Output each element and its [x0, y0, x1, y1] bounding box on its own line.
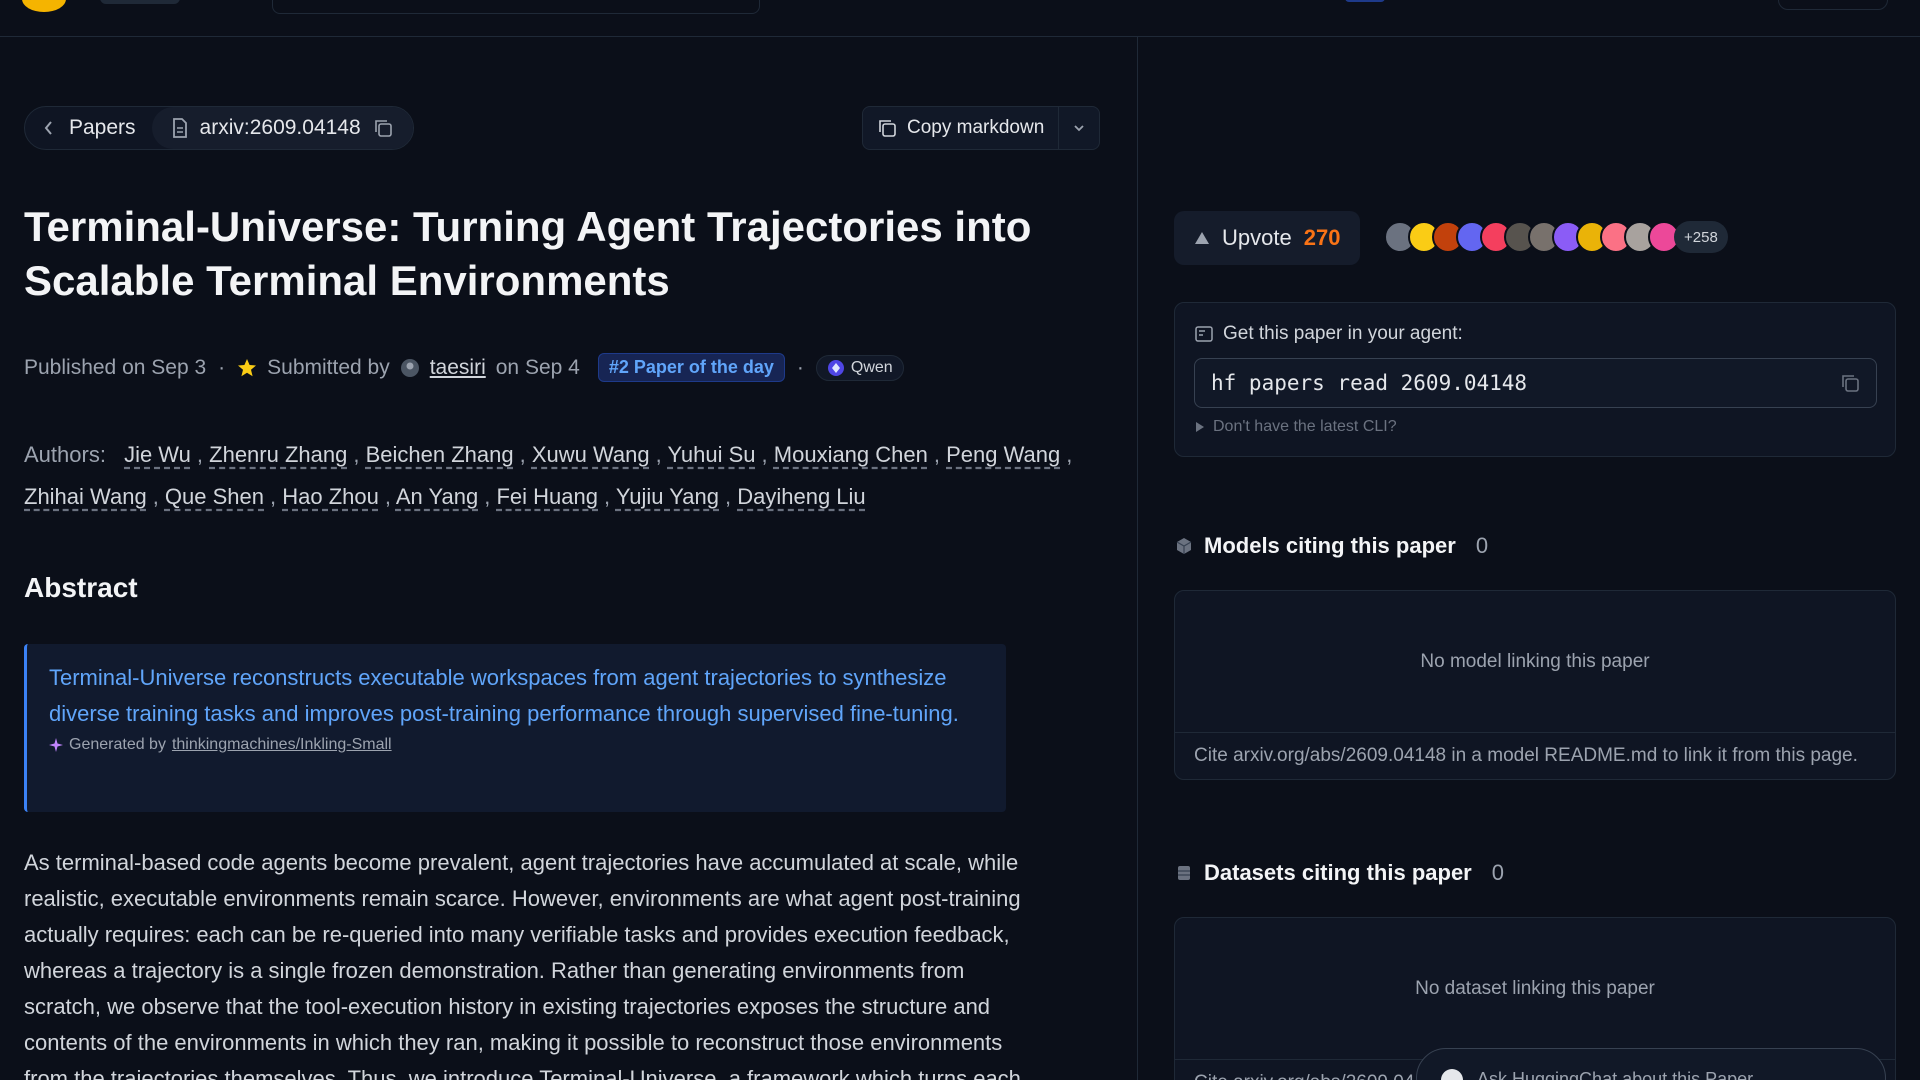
breadcrumb: Papers arxiv:2609.04148: [24, 106, 414, 150]
author-link[interactable]: Peng Wang: [946, 442, 1060, 467]
organization-name: Qwen: [850, 358, 893, 376]
author-link[interactable]: Jie Wu: [124, 442, 191, 467]
datasets-count: 0: [1491, 860, 1504, 885]
search-input[interactable]: [272, 0, 760, 14]
models-count: 0: [1475, 533, 1489, 558]
author-link[interactable]: Zhihai Wang: [24, 484, 147, 509]
copy-icon[interactable]: [373, 118, 393, 138]
separator-dot: ·: [218, 355, 226, 379]
copy-markdown-dropdown[interactable]: [1059, 107, 1099, 149]
models-empty-text: No model linking this paper: [1175, 591, 1895, 733]
upvote-count: 270: [1303, 225, 1341, 250]
huggingchat-prompt[interactable]: Ask HuggingChat about this Paper: [1416, 1048, 1886, 1080]
paper-id: arxiv:2609.04148: [199, 116, 361, 139]
agent-card-title: Get this paper in your agent:: [1195, 323, 1463, 345]
author-link[interactable]: Beichen Zhang: [366, 442, 514, 467]
copy-icon: [877, 118, 897, 138]
datasets-empty-text: No dataset linking this paper: [1175, 918, 1895, 1060]
abstract-text: As terminal-based code agents become pre…: [24, 850, 1021, 1080]
upvote-label: Upvote: [1222, 225, 1292, 250]
author-link[interactable]: An Yang: [396, 484, 478, 509]
upvoter-avatars[interactable]: +258: [1384, 221, 1728, 253]
author-link[interactable]: Yuhui Su: [667, 442, 755, 467]
cli-command: hf papers read 2609.04148: [1211, 371, 1528, 395]
chat-icon: [1441, 1069, 1463, 1080]
terminal-icon: [1195, 326, 1213, 342]
submitter-avatar: [400, 358, 420, 378]
cli-command-field[interactable]: hf papers read 2609.04148: [1194, 358, 1877, 408]
chat-placeholder: Ask HuggingChat about this Paper: [1477, 1069, 1754, 1080]
author-link[interactable]: Mouxiang Chen: [774, 442, 928, 467]
separator-dot: ·: [796, 355, 804, 379]
cli-help-text: Don't have the latest CLI?: [1213, 418, 1397, 435]
author-link[interactable]: Yujiu Yang: [616, 484, 719, 509]
chevron-down-icon: [1073, 123, 1085, 133]
cli-help-toggle[interactable]: Don't have the latest CLI?: [1195, 418, 1397, 436]
document-icon: [172, 118, 188, 138]
author-link[interactable]: Dayiheng Liu: [737, 484, 865, 509]
paper-of-the-day-badge[interactable]: #2 Paper of the day: [597, 353, 785, 382]
copy-markdown-label: Copy markdown: [907, 117, 1045, 138]
submitter-link[interactable]: taesiri: [430, 356, 486, 380]
user-menu-button[interactable]: [1778, 0, 1888, 10]
agent-cli-card: Get this paper in your agent: hf papers …: [1174, 302, 1896, 457]
authors-label: Authors:: [24, 442, 106, 467]
published-date: Published on Sep 3: [24, 355, 207, 379]
star-icon: [237, 358, 257, 378]
nav-item-active[interactable]: [1345, 0, 1385, 2]
submitted-by-label: Submitted by: [267, 355, 390, 379]
huggingface-logo-icon[interactable]: [22, 0, 66, 12]
models-citing-heading: Models citing this paper 0: [1176, 533, 1488, 559]
author-link[interactable]: Zhenru Zhang: [209, 442, 347, 467]
ai-summary-text: Terminal-Universe reconstructs executabl…: [49, 665, 959, 726]
caret-right-icon: [1195, 421, 1205, 433]
copy-icon[interactable]: [1840, 373, 1860, 393]
generator-model-link[interactable]: thinkingmachines/Inkling-Small: [172, 736, 392, 754]
copy-markdown-button[interactable]: Copy markdown: [863, 107, 1060, 149]
paper-id-chip: arxiv:2609.04148: [151, 107, 413, 149]
ai-summary-box: Terminal-Universe reconstructs executabl…: [24, 644, 1006, 812]
chevron-left-icon: [43, 120, 55, 136]
paper-title: Terminal-Universe: Turning Agent Traject…: [24, 203, 1032, 304]
author-link[interactable]: Xuwu Wang: [532, 442, 650, 467]
datasets-citing-heading: Datasets citing this paper 0: [1176, 860, 1504, 886]
database-icon: [1176, 864, 1192, 882]
site-name[interactable]: [100, 0, 180, 4]
back-to-papers-link[interactable]: Papers: [25, 107, 152, 149]
upvote-button[interactable]: Upvote 270: [1174, 211, 1361, 265]
back-label: Papers: [69, 116, 136, 139]
datasets-heading-text: Datasets citing this paper: [1204, 860, 1472, 885]
top-navigation-bar: [0, 0, 1920, 37]
models-heading-text: Models citing this paper: [1204, 533, 1456, 558]
models-cite-note: Cite arxiv.org/abs/2609.04148 in a model…: [1194, 745, 1858, 766]
column-divider: [1137, 37, 1138, 1080]
author-link[interactable]: Que Shen: [165, 484, 264, 509]
upvote-arrow-icon: [1194, 231, 1210, 245]
ai-generated-note: Generated by thinkingmachines/Inkling-Sm…: [49, 736, 986, 754]
cube-icon: [1176, 537, 1192, 555]
qwen-logo-icon: [827, 359, 845, 377]
generated-by-label: Generated by: [69, 736, 166, 753]
sparkle-icon: [49, 738, 63, 752]
organization-badge[interactable]: Qwen: [815, 354, 904, 381]
submitted-date: on Sep 4: [495, 355, 580, 379]
more-upvoters-count[interactable]: +258: [1674, 221, 1728, 253]
author-link[interactable]: Hao Zhou: [282, 484, 379, 509]
authors-list: Authors: Jie Wu, Zhenru Zhang, Beichen Z…: [24, 442, 1073, 509]
agent-title-text: Get this paper in your agent:: [1223, 323, 1463, 344]
paper-meta: Published on Sep 3 · Submitted by taesir…: [24, 353, 904, 382]
abstract-heading: Abstract: [24, 572, 138, 603]
copy-markdown-button-group: Copy markdown: [862, 106, 1100, 150]
models-empty-card: No model linking this paper Cite arxiv.o…: [1174, 590, 1896, 780]
author-link[interactable]: Fei Huang: [496, 484, 598, 509]
